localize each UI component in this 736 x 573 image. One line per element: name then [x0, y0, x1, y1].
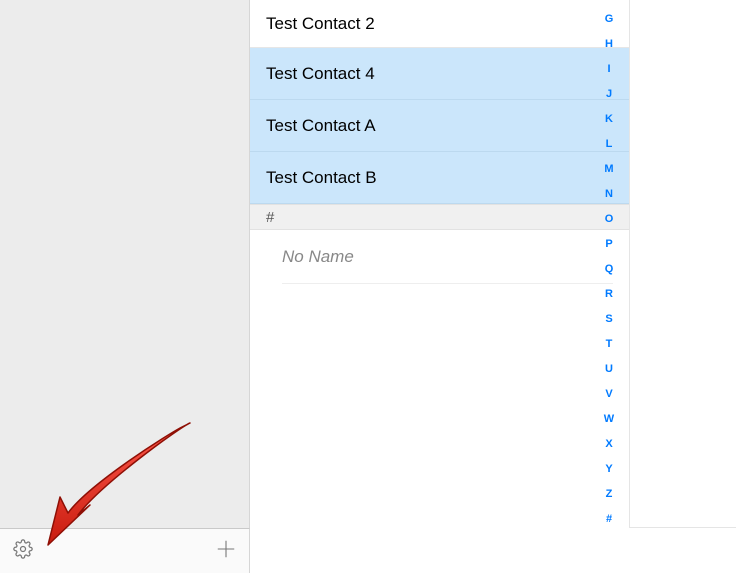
contact-name: Test Contact 4 [266, 64, 375, 84]
index-letter[interactable]: L [606, 131, 613, 156]
add-contact-button[interactable] [211, 529, 241, 573]
gear-icon [13, 539, 33, 564]
index-letter[interactable]: H [605, 31, 613, 56]
index-letter[interactable]: K [605, 106, 613, 131]
plus-icon [215, 538, 237, 565]
index-letter[interactable]: G [605, 6, 614, 31]
settings-button[interactable] [8, 529, 38, 573]
contact-row[interactable]: Test Contact 4 [250, 48, 629, 100]
contact-name: Test Contact B [266, 168, 377, 188]
index-letter[interactable]: Y [605, 456, 612, 481]
index-letter[interactable]: P [605, 231, 612, 256]
contact-row[interactable]: Test Contact 2 [250, 0, 629, 48]
index-letter[interactable]: # [606, 506, 612, 531]
contact-name: Test Contact 2 [266, 14, 375, 34]
index-letter[interactable]: U [605, 356, 613, 381]
contact-name: Test Contact A [266, 116, 376, 136]
index-letter[interactable]: S [605, 306, 612, 331]
index-letter[interactable]: N [605, 181, 613, 206]
contacts-list: Test Contact 2 Test Contact 4 Test Conta… [250, 0, 630, 528]
section-header-hash: # [250, 204, 629, 230]
alphabet-index[interactable]: G H I J K L M N O P Q R S T U V W X Y Z … [598, 6, 620, 531]
index-letter[interactable]: V [605, 381, 612, 406]
contact-row-no-name[interactable]: No Name [282, 230, 613, 284]
index-letter[interactable]: M [604, 156, 613, 181]
divider [630, 527, 736, 528]
contact-row[interactable]: Test Contact A [250, 100, 629, 152]
detail-panel [630, 0, 736, 528]
contact-name: No Name [282, 247, 354, 267]
sidebar-footer [0, 528, 250, 573]
index-letter[interactable]: T [606, 331, 613, 356]
index-letter[interactable]: Q [605, 256, 614, 281]
groups-sidebar [0, 0, 250, 528]
index-letter[interactable]: J [606, 81, 612, 106]
index-letter[interactable]: X [605, 431, 612, 456]
index-letter[interactable]: Z [606, 481, 613, 506]
section-label: # [266, 209, 274, 226]
index-letter[interactable]: I [607, 56, 610, 81]
index-letter[interactable]: W [604, 406, 614, 431]
index-letter[interactable]: R [605, 281, 613, 306]
contact-row[interactable]: Test Contact B [250, 152, 629, 204]
index-letter[interactable]: O [605, 206, 614, 231]
